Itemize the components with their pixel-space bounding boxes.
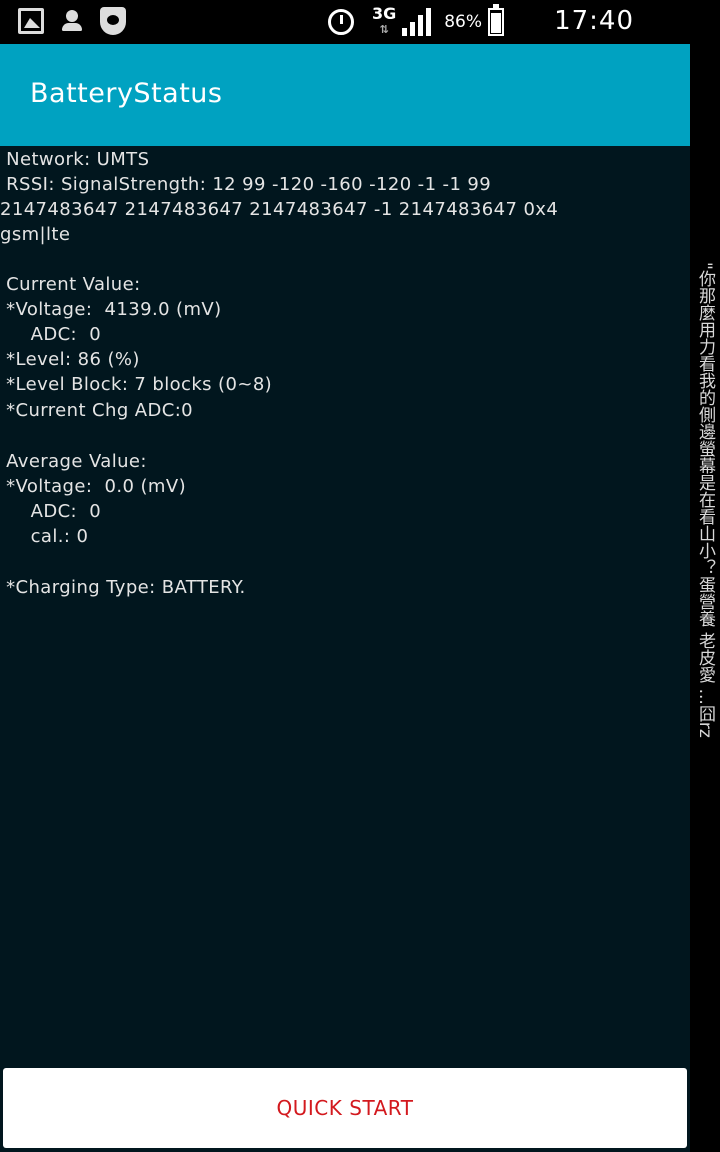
app-title: BatteryStatus — [30, 78, 223, 109]
status-bar-right: 3G ⇅ 86% — [327, 0, 520, 44]
signal-icon — [402, 8, 432, 36]
rssi-line-3: gsm|lte — [0, 224, 71, 245]
gallery-icon — [18, 8, 44, 34]
battery-percent: 86% — [444, 12, 482, 32]
alarm-icon — [327, 9, 354, 35]
current-adc: ADC: 0 — [0, 324, 102, 345]
current-level-block: *Level Block: 7 blocks (0~8) — [0, 374, 273, 395]
app-bar: BatteryStatus — [0, 44, 690, 146]
average-voltage: *Voltage: 0.0 (mV) — [0, 476, 186, 497]
charging-type: *Charging Type: BATTERY. — [0, 577, 246, 598]
average-value-header: Average Value: — [0, 451, 147, 472]
battery-info-panel: Network: UMTS RSSI: SignalStrength: 12 9… — [0, 146, 690, 1152]
average-adc: ADC: 0 — [0, 501, 102, 522]
clock: 17:40 — [554, 6, 634, 36]
person-icon — [62, 10, 82, 32]
rssi-line-2: 2147483647 2147483647 2147483647 -1 2147… — [0, 199, 559, 220]
current-level: *Level: 86 (%) — [0, 349, 140, 370]
network-line: Network: UMTS — [0, 149, 150, 170]
side-marquee-text: "你那麼用力看我的側邊螢幕是在看山小？蛋營養 老皮愛 ...囧rz — [695, 262, 715, 738]
network-type-indicator: 3G ⇅ — [372, 6, 396, 38]
average-cal: cal.: 0 — [0, 526, 89, 547]
current-value-header: Current Value: — [0, 274, 141, 295]
battery-icon — [488, 4, 504, 36]
shield-icon — [100, 7, 126, 35]
quick-start-button[interactable]: QUICK START — [3, 1068, 687, 1148]
current-chg-adc: *Current Chg ADC:0 — [0, 400, 194, 421]
status-bar: 3G ⇅ 86% 17:40 — [0, 0, 720, 44]
current-voltage: *Voltage: 4139.0 (mV) — [0, 299, 222, 320]
data-arrows-icon: ⇅ — [379, 23, 389, 36]
network-type-label: 3G — [371, 4, 397, 23]
status-bar-left — [18, 7, 144, 35]
rssi-line-1: RSSI: SignalStrength: 12 99 -120 -160 -1… — [0, 174, 492, 195]
